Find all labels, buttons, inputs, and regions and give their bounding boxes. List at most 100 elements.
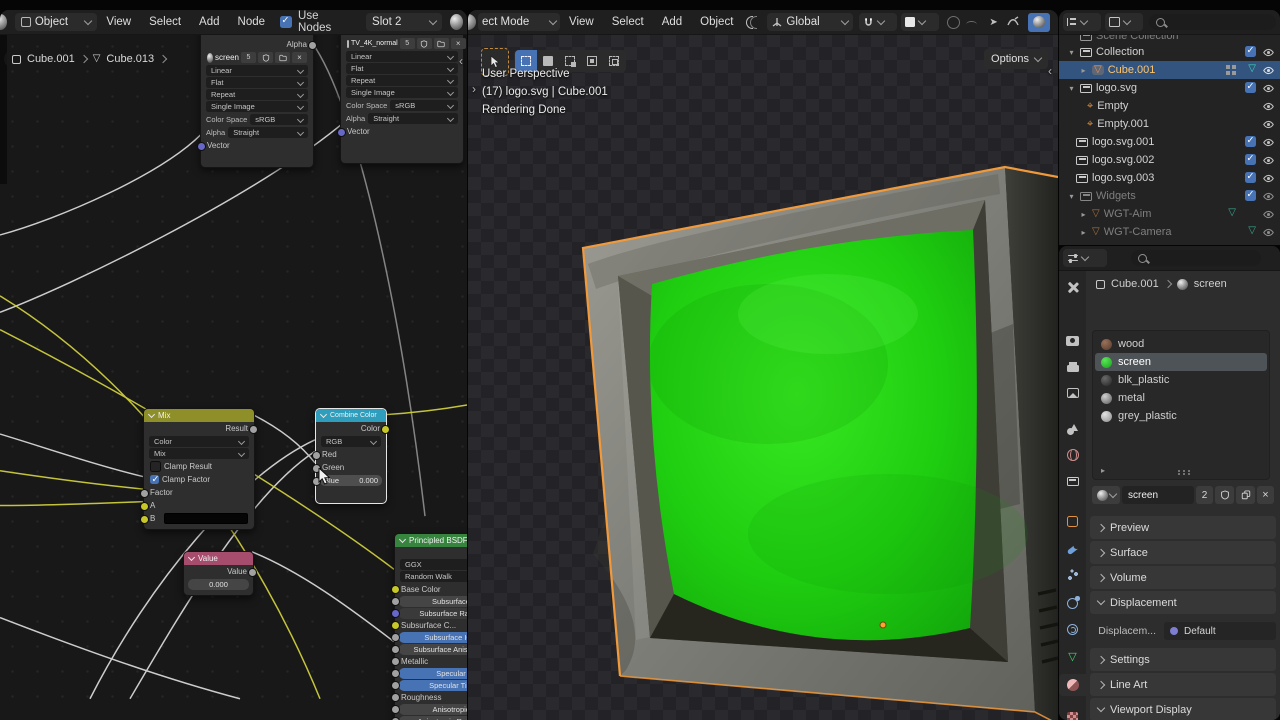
display-mode-dropdown[interactable] xyxy=(1063,13,1101,31)
interpolation-dropdown[interactable]: Linear xyxy=(206,65,308,76)
tv-render[interactable] xyxy=(468,34,1058,720)
sidebar-collapse-arrow[interactable]: ‹ xyxy=(459,54,463,68)
anisotropic-input[interactable]: Anisotropic xyxy=(395,703,467,715)
color-space-dropdown[interactable]: sRGB xyxy=(390,100,458,111)
outliner-row-empty001[interactable]: ⌖Empty.001 xyxy=(1059,115,1280,133)
interpolation-dropdown[interactable]: Linear xyxy=(346,51,458,62)
tab-collection[interactable] xyxy=(1059,470,1086,492)
tab-tool[interactable] xyxy=(1059,276,1086,298)
editor-type-dropdown[interactable] xyxy=(1063,249,1107,267)
properties-search-input[interactable] xyxy=(1152,252,1254,265)
base-color-input[interactable]: Base Color xyxy=(395,583,467,595)
breadcrumb-material[interactable]: screen xyxy=(1194,278,1227,290)
node-combine-color[interactable]: Combine Color Color RGB Red Green Blue0.… xyxy=(315,408,387,504)
browse-material-dropdown[interactable] xyxy=(1092,486,1120,504)
mesh-data-icon[interactable]: ▽ xyxy=(1248,226,1256,236)
open-image-button[interactable] xyxy=(275,52,290,63)
mesh-data-icon[interactable]: ▽ xyxy=(1228,208,1236,218)
open-image-button[interactable] xyxy=(434,38,449,49)
menu-node[interactable]: Node xyxy=(229,10,275,34)
vector-input[interactable]: Vector xyxy=(341,125,463,138)
image-datablock-row[interactable]: screen 5 × xyxy=(201,51,313,64)
subsurface-anisotropy-input[interactable]: Subsurface Anisotropy xyxy=(395,643,467,655)
metallic-input[interactable]: Metallic xyxy=(395,655,467,667)
viewport-canvas[interactable]: Options User Perspective (17) logo.svg |… xyxy=(468,34,1058,720)
options-dropdown[interactable]: Options xyxy=(984,49,1048,69)
breadcrumb-object[interactable]: Cube.001 xyxy=(27,53,75,65)
panel-volume[interactable]: Volume xyxy=(1090,566,1276,589)
tab-object-data[interactable]: ▽ xyxy=(1059,646,1086,668)
overlays-icon[interactable] xyxy=(1006,16,1020,28)
users-count-button[interactable]: 2 xyxy=(1196,486,1213,504)
menu-add[interactable]: Add xyxy=(653,10,691,34)
snapping-dropdown[interactable] xyxy=(859,13,897,31)
tab-particles[interactable] xyxy=(1059,564,1086,586)
tab-physics[interactable] xyxy=(1059,592,1086,614)
tab-world[interactable] xyxy=(1059,444,1086,466)
node-editor-canvas[interactable]: Cube.001 ▽ Cube.013 Alpha screen 5 × Lin… xyxy=(0,34,467,720)
tab-render[interactable] xyxy=(1059,330,1086,352)
mesh-data-icon[interactable]: ▽ xyxy=(1248,64,1256,74)
subsurface-input[interactable]: Subsurface xyxy=(395,595,467,607)
tab-material[interactable] xyxy=(1059,674,1086,696)
show-gizmo-icon[interactable]: ➤ xyxy=(989,17,997,28)
vector-input[interactable]: Vector xyxy=(201,139,313,152)
outliner-search[interactable] xyxy=(1149,14,1276,30)
menu-select[interactable]: Select xyxy=(603,10,653,34)
collection-checkbox[interactable] xyxy=(1245,154,1256,165)
material-slot-dropdown[interactable]: Slot 2 xyxy=(366,13,442,31)
tab-texture[interactable] xyxy=(1059,706,1086,720)
color-space-dropdown[interactable]: sRGB xyxy=(250,114,308,125)
extension-dropdown[interactable]: Repeat xyxy=(206,89,308,100)
breadcrumb-object[interactable]: Cube.001 xyxy=(1111,278,1159,290)
displacement-method-dropdown[interactable]: Default xyxy=(1164,622,1276,640)
shader-type-dropdown[interactable]: Object xyxy=(15,13,98,31)
outliner-row-logosvg003[interactable]: logo.svg.003 xyxy=(1059,169,1280,187)
outliner-row-cube001[interactable]: ▸ ▽ Cube.001 ▽ xyxy=(1059,61,1280,79)
slots-resize-grip[interactable] xyxy=(1177,469,1191,475)
alpha-output[interactable]: Alpha xyxy=(201,38,313,51)
color-output[interactable]: Color xyxy=(316,422,386,435)
a-input[interactable]: A xyxy=(144,499,254,512)
node-mix[interactable]: Mix Result Color Mix Clamp Result Clamp … xyxy=(143,408,255,530)
collection-checkbox[interactable] xyxy=(1245,172,1256,183)
material-name-field[interactable]: screen xyxy=(1122,486,1194,504)
tab-output[interactable] xyxy=(1059,356,1086,378)
value-output[interactable]: Value xyxy=(184,565,253,578)
select-mode-invert[interactable] xyxy=(581,50,603,72)
slot-wood[interactable]: wood xyxy=(1095,335,1267,353)
panel-line-art[interactable]: Line Art xyxy=(1090,673,1276,696)
proportional-editing-icon[interactable] xyxy=(746,16,757,29)
select-mode-intersect[interactable] xyxy=(603,50,625,72)
hide-icon[interactable] xyxy=(1262,208,1275,221)
tab-view-layer[interactable] xyxy=(1059,382,1086,404)
subsurface-ior-input[interactable]: Subsurface IOR xyxy=(395,631,467,643)
collection-checkbox[interactable] xyxy=(1245,190,1256,201)
hide-icon[interactable] xyxy=(1262,172,1275,185)
mode-dropdown[interactable]: RGB xyxy=(321,436,381,447)
hide-icon[interactable] xyxy=(1262,64,1275,77)
subsurface-color-input[interactable]: Subsurface C... xyxy=(395,619,467,631)
toolbar-expand-arrow[interactable]: › xyxy=(472,82,476,96)
panel-surface[interactable]: Surface xyxy=(1090,541,1276,564)
collection-checkbox[interactable] xyxy=(1245,136,1256,147)
slots-expand-arrow[interactable]: ▸ xyxy=(1101,466,1105,475)
filter-dropdown[interactable] xyxy=(1105,13,1143,31)
outliner-row-collection[interactable]: ▾Collection xyxy=(1059,43,1280,61)
projection-dropdown[interactable]: Flat xyxy=(346,63,458,74)
hide-icon[interactable] xyxy=(1262,100,1275,113)
users-count[interactable]: 5 xyxy=(400,38,415,49)
outliner-row-wgt-camera[interactable]: ▸▽WGT-Camera ▽ xyxy=(1059,223,1280,241)
proportional-falloff-icon[interactable] xyxy=(947,16,960,29)
hide-icon[interactable] xyxy=(1262,136,1275,149)
outliner-row-widgets[interactable]: ▾Widgets xyxy=(1059,187,1280,205)
editor-type-icon[interactable] xyxy=(468,14,476,30)
data-type-dropdown[interactable]: Color xyxy=(149,436,249,447)
snap-target-dropdown[interactable] xyxy=(901,13,939,31)
hide-icon[interactable] xyxy=(1262,226,1275,239)
use-nodes-checkbox[interactable] xyxy=(280,16,292,28)
shading-rendered-button[interactable] xyxy=(1028,13,1050,32)
outliner-row-logosvg002[interactable]: logo.svg.002 xyxy=(1059,151,1280,169)
tab-object[interactable] xyxy=(1059,510,1086,532)
subsurface-method-dropdown[interactable]: Random Walk xyxy=(400,571,467,582)
